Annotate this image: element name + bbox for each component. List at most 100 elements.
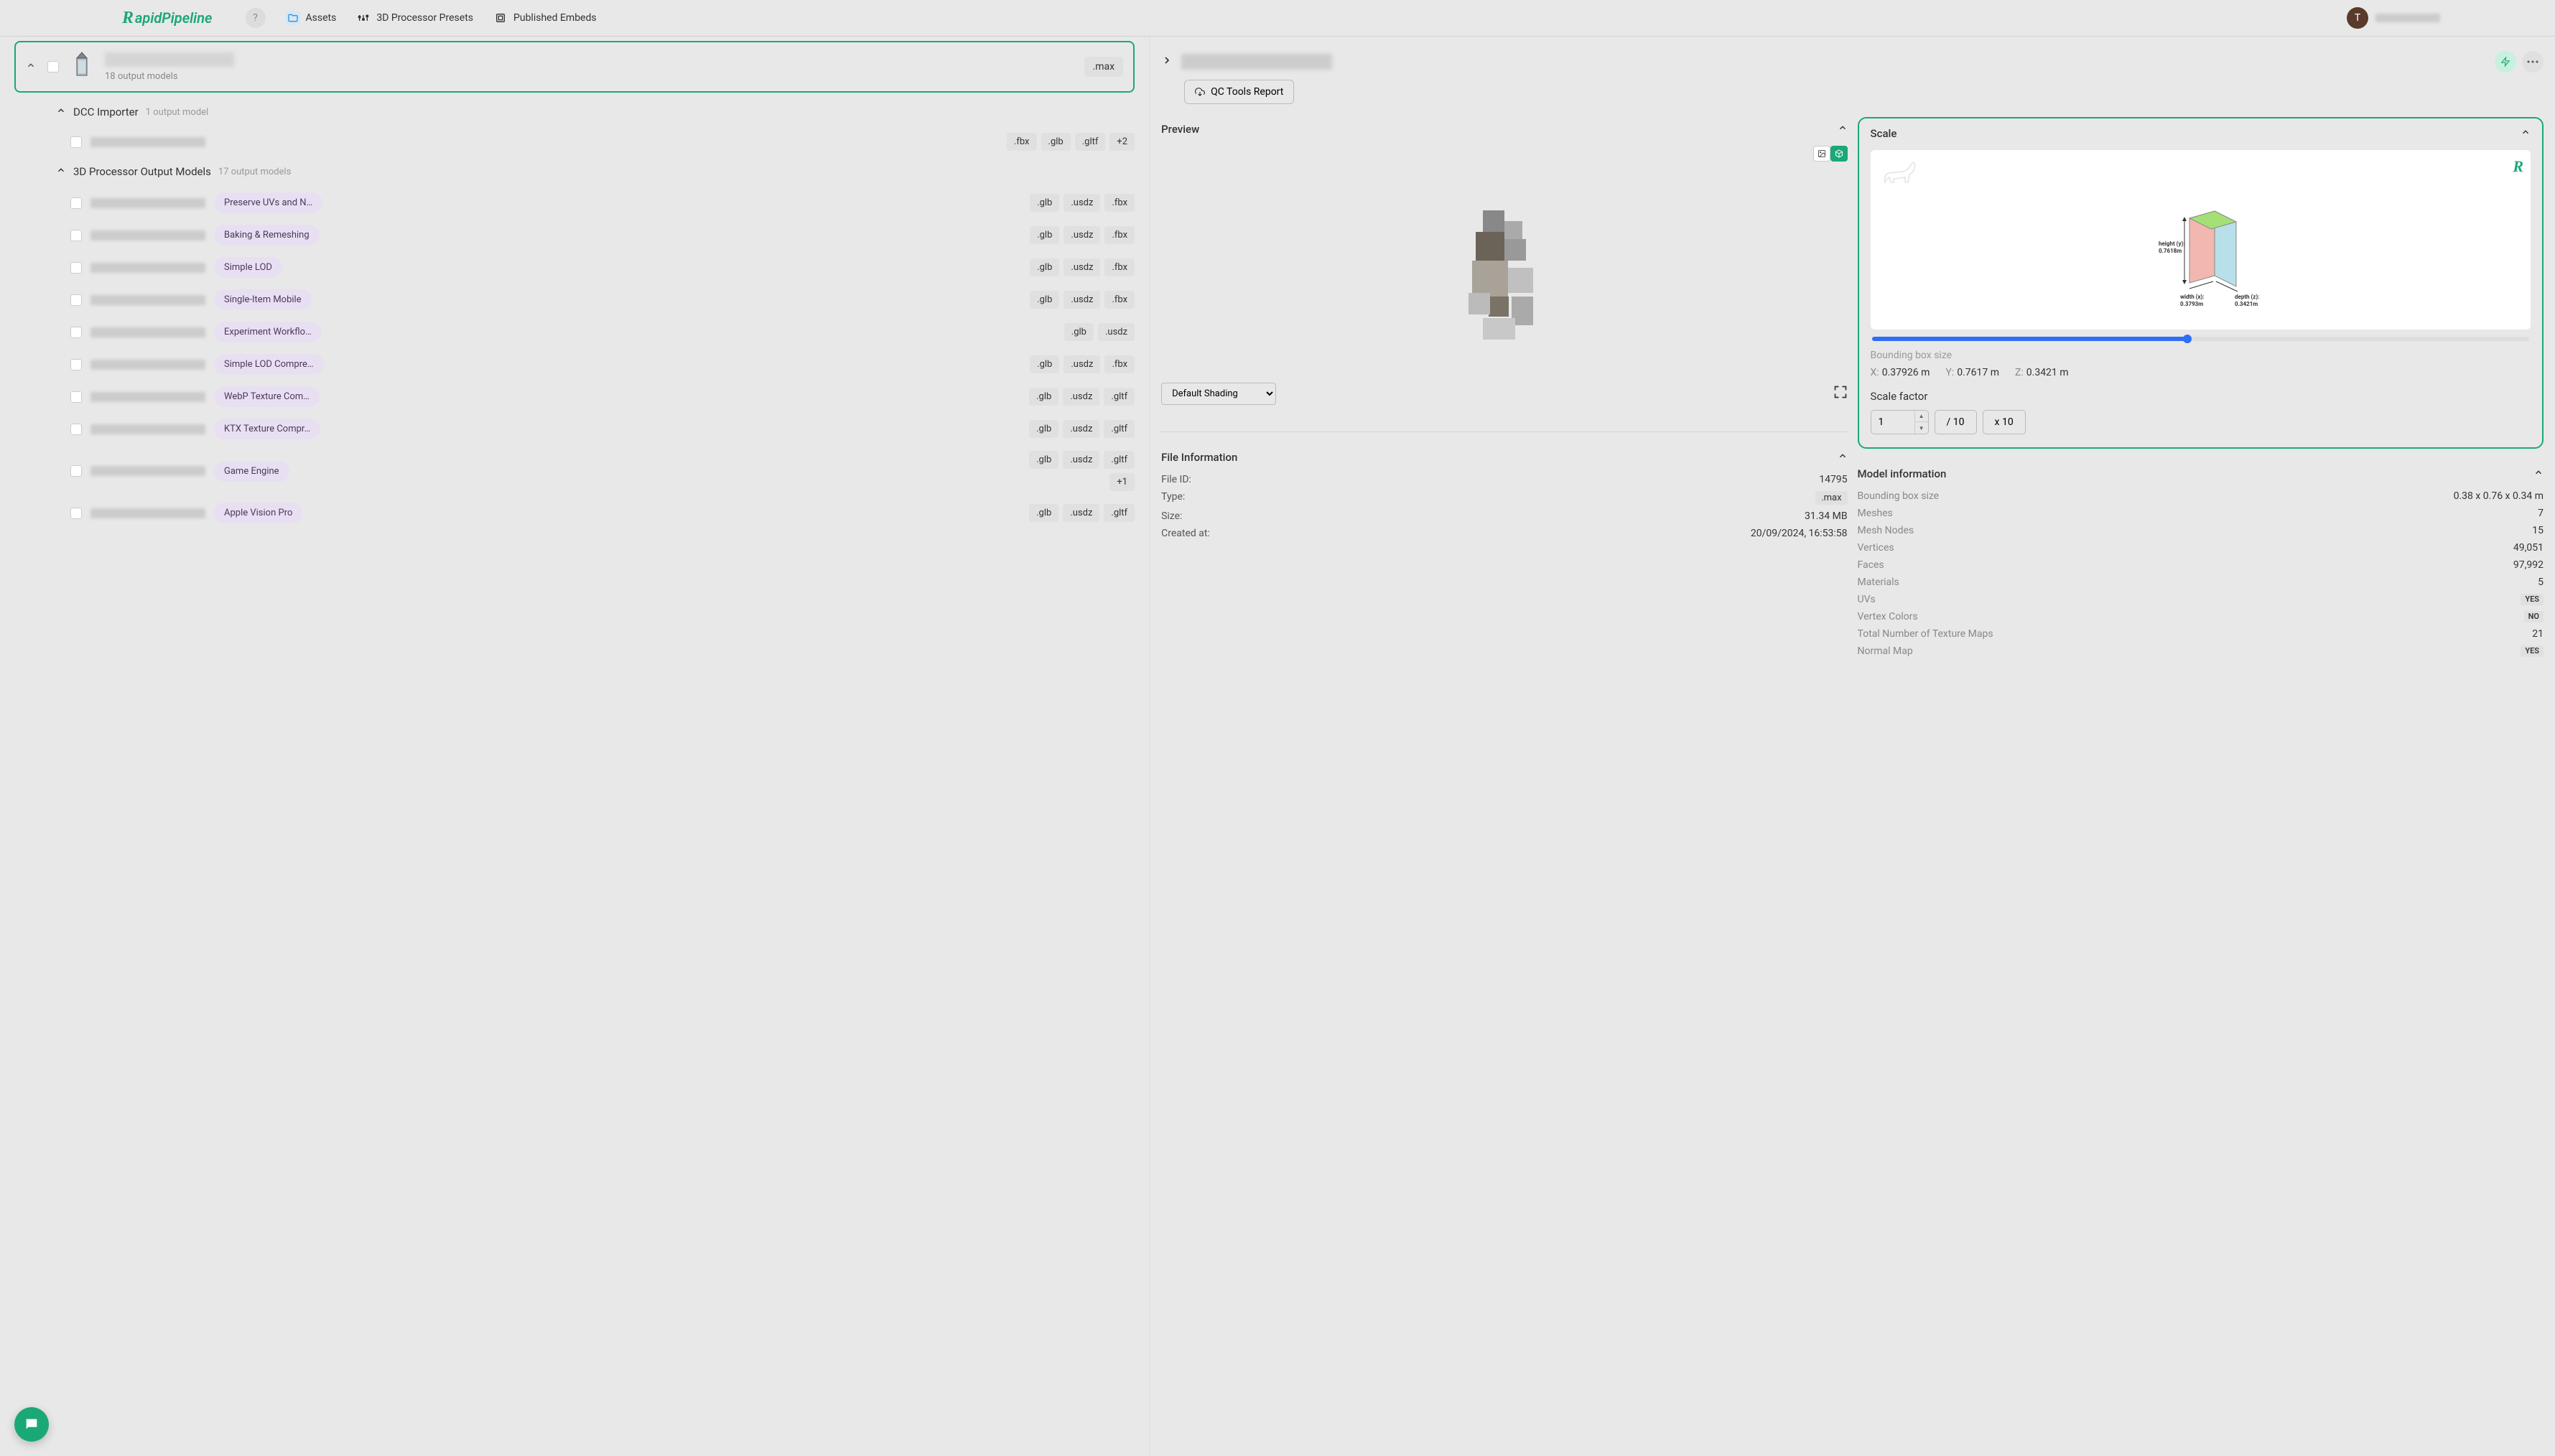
format-chip[interactable]: .gltf: [1075, 133, 1106, 151]
list-item[interactable]: Simple LOD Compre… .glb .usdz.fbx: [0, 348, 1149, 381]
preset-chip[interactable]: WebP Texture Com…: [214, 386, 320, 407]
checkbox[interactable]: [70, 294, 82, 306]
checkbox[interactable]: [70, 391, 82, 403]
chevron-up-icon[interactable]: [2533, 467, 2544, 480]
list-item[interactable]: Baking & Remeshing .glb .usdz.fbx: [0, 219, 1149, 251]
lightning-button[interactable]: [2495, 51, 2516, 73]
format-chip[interactable]: .glb: [1030, 291, 1059, 309]
list-item[interactable]: Preserve UVs and N… .glb .usdz.fbx: [0, 187, 1149, 219]
preview-mode-image-button[interactable]: [1813, 146, 1830, 162]
help-button[interactable]: ?: [246, 8, 266, 28]
format-chip[interactable]: .glb: [1030, 194, 1059, 212]
preset-chip[interactable]: Single-Item Mobile: [214, 289, 312, 310]
list-item[interactable]: Game Engine .glb .usdz .gltf +1: [0, 445, 1149, 497]
asset-header-active[interactable]: 18 output models .max: [14, 41, 1135, 93]
checkbox[interactable]: [70, 508, 82, 519]
format-chip[interactable]: .usdz: [1064, 291, 1100, 309]
chevron-up-icon[interactable]: [26, 60, 39, 73]
format-chip[interactable]: .usdz: [1063, 504, 1099, 522]
format-chip[interactable]: .usdz: [1064, 355, 1100, 373]
format-chip[interactable]: .fbx: [1007, 133, 1037, 151]
format-chip[interactable]: .usdz: [1063, 420, 1099, 438]
format-chip[interactable]: .usdz: [1098, 323, 1135, 341]
nav-presets[interactable]: 3D Processor Presets: [356, 11, 473, 25]
list-item[interactable]: Experiment Workflo… .glb.usdz: [0, 316, 1149, 348]
format-chip[interactable]: .glb: [1030, 355, 1059, 373]
checkbox[interactable]: [70, 262, 82, 274]
list-item[interactable]: Apple Vision Pro .glb .usdz .gltf: [0, 497, 1149, 529]
format-chip[interactable]: .gltf: [1104, 420, 1135, 438]
shading-select[interactable]: Default Shading: [1161, 383, 1276, 405]
chevron-up-icon[interactable]: [56, 165, 66, 178]
checkbox[interactable]: [70, 327, 82, 338]
checkbox[interactable]: [70, 465, 82, 477]
preset-chip[interactable]: Game Engine: [214, 461, 289, 482]
checkbox[interactable]: [70, 424, 82, 435]
format-chip[interactable]: .fbx: [1104, 226, 1135, 244]
qc-tools-report-button[interactable]: QC Tools Report: [1184, 80, 1294, 104]
fullscreen-icon[interactable]: [1833, 385, 1848, 402]
format-chip[interactable]: .fbx: [1104, 355, 1135, 373]
format-chip[interactable]: .gltf: [1104, 451, 1135, 469]
list-item[interactable]: .fbx.glb.gltf+2: [0, 127, 1149, 157]
format-chip[interactable]: +1: [1109, 473, 1135, 491]
list-item[interactable]: Simple LOD .glb .usdz.fbx: [0, 251, 1149, 284]
more-button[interactable]: [2522, 51, 2544, 73]
format-chip[interactable]: .fbx: [1104, 291, 1135, 309]
list-item[interactable]: Single-Item Mobile .glb .usdz.fbx: [0, 284, 1149, 316]
preview-viewport[interactable]: Default Shading: [1161, 146, 1847, 419]
format-chip[interactable]: .usdz: [1064, 258, 1100, 276]
chevron-up-icon[interactable]: [1838, 451, 1848, 464]
format-chip[interactable]: .usdz: [1064, 226, 1100, 244]
format-chip[interactable]: .fbx: [1104, 194, 1135, 212]
format-chip[interactable]: .glb: [1030, 258, 1059, 276]
stepper-down-icon[interactable]: ▼: [1915, 422, 1928, 434]
scale-factor-input[interactable]: [1871, 411, 1914, 434]
logo[interactable]: RapidPipeline: [122, 9, 213, 28]
chevron-up-icon[interactable]: [56, 106, 66, 118]
chevron-up-icon[interactable]: [1838, 123, 1848, 136]
format-chip[interactable]: .usdz: [1063, 388, 1099, 406]
format-chip[interactable]: .fbx: [1104, 258, 1135, 276]
stepper-up-icon[interactable]: ▲: [1915, 411, 1928, 422]
preset-chip[interactable]: Preserve UVs and N…: [214, 192, 322, 213]
avatar[interactable]: T: [2347, 7, 2368, 29]
format-chip[interactable]: .glb: [1029, 388, 1058, 406]
checkbox[interactable]: [70, 197, 82, 209]
format-chip[interactable]: +2: [1109, 133, 1135, 151]
preset-chip[interactable]: KTX Texture Compr…: [214, 419, 320, 439]
checkbox[interactable]: [70, 359, 82, 370]
section-processor-header[interactable]: 3D Processor Output Models 17 output mod…: [0, 157, 1149, 187]
preview-mode-3d-button[interactable]: [1830, 146, 1848, 162]
chevron-up-icon[interactable]: [2521, 127, 2531, 140]
divide-10-button[interactable]: / 10: [1935, 410, 1977, 434]
scale-slider[interactable]: [1872, 337, 2529, 341]
preset-chip[interactable]: Simple LOD: [214, 257, 282, 278]
format-chip[interactable]: .glb: [1029, 420, 1058, 438]
format-chip[interactable]: .glb: [1041, 133, 1071, 151]
nav-assets[interactable]: Assets: [286, 11, 337, 25]
format-chip[interactable]: .gltf: [1104, 504, 1135, 522]
format-chip[interactable]: .usdz: [1063, 451, 1099, 469]
checkbox[interactable]: [70, 136, 82, 148]
format-chip[interactable]: .glb: [1029, 504, 1058, 522]
nav-embeds[interactable]: Published Embeds: [493, 11, 597, 25]
format-chip[interactable]: .glb: [1029, 451, 1058, 469]
list-item[interactable]: KTX Texture Compr… .glb .usdz .gltf: [0, 413, 1149, 445]
chevron-right-icon[interactable]: [1161, 55, 1173, 70]
checkbox[interactable]: [70, 230, 82, 241]
row-name-redacted: [90, 295, 205, 305]
preset-chip[interactable]: Simple LOD Compre…: [214, 354, 324, 375]
preset-chip[interactable]: Experiment Workflo…: [214, 322, 322, 342]
format-chip[interactable]: .gltf: [1104, 388, 1135, 406]
multiply-10-button[interactable]: x 10: [1983, 410, 2026, 434]
preset-chip[interactable]: Baking & Remeshing: [214, 225, 320, 246]
section-dcc-header[interactable]: DCC Importer 1 output model: [0, 97, 1149, 127]
checkbox[interactable]: [47, 61, 59, 73]
preset-chip[interactable]: Apple Vision Pro: [214, 503, 302, 523]
chat-fab-button[interactable]: [14, 1407, 49, 1442]
list-item[interactable]: WebP Texture Com… .glb .usdz .gltf: [0, 381, 1149, 413]
format-chip[interactable]: .usdz: [1064, 194, 1100, 212]
format-chip[interactable]: .glb: [1064, 323, 1094, 341]
format-chip[interactable]: .glb: [1030, 226, 1059, 244]
